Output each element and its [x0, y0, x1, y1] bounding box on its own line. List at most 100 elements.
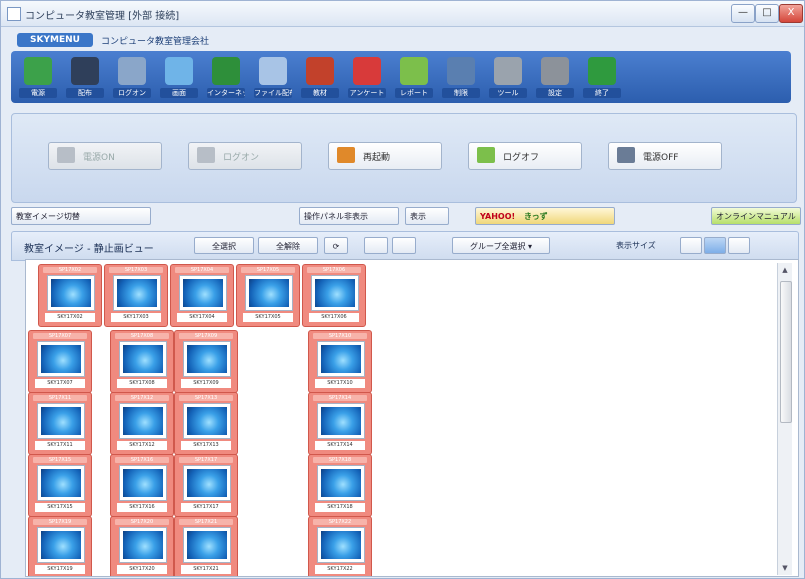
- power-button[interactable]: 電源OFF: [608, 142, 722, 170]
- pc-tile[interactable]: SP17X17 SKY17X17: [174, 454, 238, 517]
- power-button[interactable]: 電源ON: [48, 142, 162, 170]
- pc-tile[interactable]: SP17X07 SKY17X07: [28, 330, 92, 393]
- close-button[interactable]: X: [779, 4, 803, 23]
- pc-header: SP17X21: [179, 519, 233, 525]
- pc-header: SP17X12: [115, 395, 169, 401]
- power-button-label: 再起動: [363, 153, 391, 163]
- pc-header: SP17X02: [43, 267, 97, 273]
- toolbar-button[interactable]: 終了: [583, 55, 621, 99]
- view-mode-a-button[interactable]: [364, 237, 388, 254]
- toolbar-label: レポート: [395, 88, 433, 98]
- toolbar-button[interactable]: 設定: [536, 55, 574, 99]
- pc-tile[interactable]: SP17X12 SKY17X12: [110, 392, 174, 455]
- pc-tile[interactable]: SP17X06 SKY17X06: [302, 264, 366, 327]
- online-manual-button[interactable]: オンラインマニュアル: [711, 207, 801, 225]
- pc-name: SKY17X18: [315, 503, 365, 512]
- pc-name: SKY17X11: [35, 441, 85, 450]
- view-mode-b-button[interactable]: [392, 237, 416, 254]
- window-mode-button[interactable]: 表示: [405, 207, 449, 225]
- scroll-down-arrow[interactable]: ▼: [780, 563, 790, 573]
- pc-header: SP17X08: [115, 333, 169, 339]
- toolbar-button[interactable]: 画面: [160, 55, 198, 99]
- pc-tile[interactable]: SP17X19 SKY17X19: [28, 516, 92, 576]
- globe-icon: [212, 57, 240, 85]
- screen-lock-icon: [447, 57, 475, 85]
- select-all-button[interactable]: 全選択: [194, 237, 254, 254]
- toolbar-button[interactable]: ツール: [489, 55, 527, 99]
- power-button-label: ログオフ: [503, 153, 540, 163]
- pc-tile[interactable]: SP17X09 SKY17X09: [174, 330, 238, 393]
- toolbar-button[interactable]: 配布: [66, 55, 104, 99]
- pc-tile[interactable]: SP17X04 SKY17X04: [170, 264, 234, 327]
- scroll-up-arrow[interactable]: ▲: [780, 265, 790, 275]
- maximize-button[interactable]: □: [755, 4, 779, 23]
- pc-screen-thumbnail: [37, 403, 85, 439]
- size-small-button[interactable]: [680, 237, 702, 254]
- pc-header: SP17X14: [313, 395, 367, 401]
- toolbar-label: 配布: [66, 88, 104, 98]
- pc-tile[interactable]: SP17X20 SKY17X20: [110, 516, 174, 576]
- pc-name: SKY17X06: [309, 313, 359, 322]
- title-bar[interactable]: コンピュータ教室管理 [外部 接続] — □ X: [1, 1, 804, 27]
- pc-tile[interactable]: SP17X18 SKY17X18: [308, 454, 372, 517]
- product-logo: SKYMENU: [17, 33, 93, 47]
- view-title: 教室イメージ - 静止画ビュー: [24, 244, 154, 255]
- layout-toggle-button[interactable]: 教室イメージ切替: [11, 207, 151, 225]
- desktop-wallpaper-icon: [315, 279, 355, 307]
- toolbar-button[interactable]: レポート: [395, 55, 433, 99]
- power-icon: [24, 57, 52, 85]
- size-label: 表示サイズ: [616, 241, 656, 250]
- pc-tile[interactable]: SP17X08 SKY17X08: [110, 330, 174, 393]
- pc-tile[interactable]: SP17X03 SKY17X03: [104, 264, 168, 327]
- pc-name: SKY17X07: [35, 379, 85, 388]
- desktop-wallpaper-icon: [249, 279, 289, 307]
- toolbar-button[interactable]: 電源: [19, 55, 57, 99]
- desktop-wallpaper-icon: [321, 345, 361, 373]
- vertical-scrollbar[interactable]: ▲ ▼: [777, 263, 792, 575]
- deselect-all-button[interactable]: 全解除: [258, 237, 318, 254]
- pc-tile[interactable]: SP17X21 SKY17X21: [174, 516, 238, 576]
- power-button[interactable]: 再起動: [328, 142, 442, 170]
- toolbar-button[interactable]: 制限: [442, 55, 480, 99]
- power-button-label: ログオン: [223, 153, 260, 163]
- group-select-dropdown[interactable]: グループ全選択 ▾: [452, 237, 550, 254]
- pc-name: SKY17X05: [243, 313, 293, 322]
- toolbar-button[interactable]: ファイル配布: [254, 55, 292, 99]
- pc-tile[interactable]: SP17X10 SKY17X10: [308, 330, 372, 393]
- refresh-button[interactable]: ⟳: [324, 237, 348, 254]
- yahoo-kids-link[interactable]: YAHOO! きっず: [475, 207, 615, 225]
- toolbar-button[interactable]: インターネット: [207, 55, 245, 99]
- pc-tile[interactable]: SP17X11 SKY17X11: [28, 392, 92, 455]
- pc-tile[interactable]: SP17X13 SKY17X13: [174, 392, 238, 455]
- printer-icon: [494, 57, 522, 85]
- monitor-icon: [165, 57, 193, 85]
- check-icon: [400, 57, 428, 85]
- pc-tile[interactable]: SP17X02 SKY17X02: [38, 264, 102, 327]
- pc-tile[interactable]: SP17X22 SKY17X22: [308, 516, 372, 576]
- toolbar-button[interactable]: 教材: [301, 55, 339, 99]
- hide-panel-button[interactable]: 操作パネル非表示: [299, 207, 399, 225]
- pc-name: SKY17X16: [117, 503, 167, 512]
- power-control-panel: 電源ON ログオン 再起動 ログオフ 電源OFF: [11, 113, 797, 203]
- size-large-button[interactable]: [728, 237, 750, 254]
- power-button-label: 電源ON: [83, 153, 115, 163]
- app-icon: [7, 7, 21, 21]
- books-icon: [306, 57, 334, 85]
- book-icon: [71, 57, 99, 85]
- pc-header: SP17X07: [33, 333, 87, 339]
- scroll-thumb[interactable]: [780, 281, 792, 423]
- pc-name: SKY17X15: [35, 503, 85, 512]
- pc-tile[interactable]: SP17X14 SKY17X14: [308, 392, 372, 455]
- toolbar-button[interactable]: アンケート: [348, 55, 386, 99]
- power-button[interactable]: ログオフ: [468, 142, 582, 170]
- pc-tile[interactable]: SP17X15 SKY17X15: [28, 454, 92, 517]
- power-action-icon: [617, 147, 635, 163]
- power-button[interactable]: ログオン: [188, 142, 302, 170]
- pc-tile[interactable]: SP17X16 SKY17X16: [110, 454, 174, 517]
- size-medium-button[interactable]: [704, 237, 726, 254]
- toolbar-button[interactable]: ログオン: [113, 55, 151, 99]
- pc-tile[interactable]: SP17X05 SKY17X05: [236, 264, 300, 327]
- power-action-icon: [477, 147, 495, 163]
- minimize-button[interactable]: —: [731, 4, 755, 23]
- pc-name: SKY17X04: [177, 313, 227, 322]
